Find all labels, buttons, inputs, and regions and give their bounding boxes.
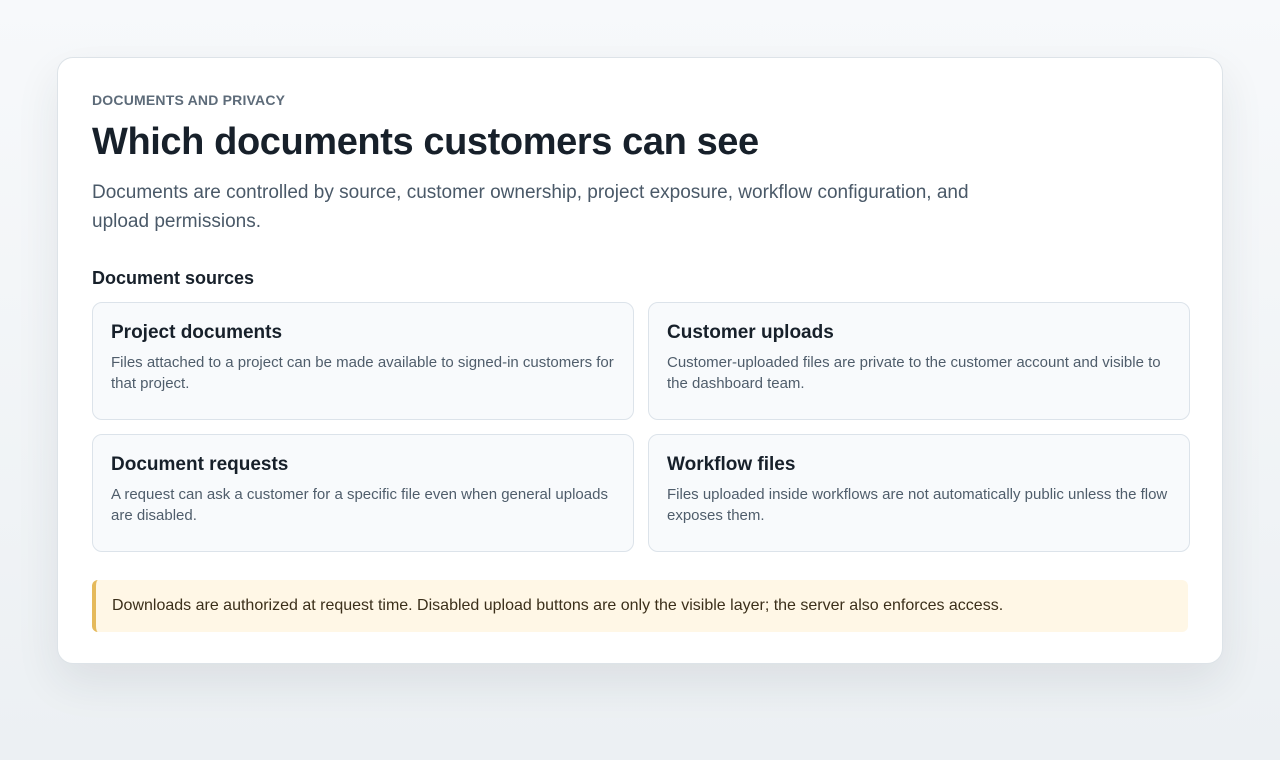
page-title: Which documents customers can see — [92, 121, 759, 163]
source-card-customer-uploads: Customer uploads Customer-uploaded files… — [648, 302, 1190, 420]
source-card-document-requests: Document requests A request can ask a cu… — [92, 434, 634, 552]
source-card-description: Files uploaded inside workflows are not … — [667, 486, 1168, 524]
source-card-project-documents: Project documents Files attached to a pr… — [92, 302, 634, 420]
source-card-title: Project documents — [111, 322, 283, 343]
source-card-title: Customer uploads — [667, 322, 834, 343]
document-sources-heading: Document sources — [92, 268, 255, 288]
access-notice-text: Downloads are authorized at request time… — [112, 597, 1004, 614]
access-notice: Downloads are authorized at request time… — [92, 580, 1188, 632]
document-sources-grid: Project documents Files attached to a pr… — [92, 302, 1190, 552]
source-card-description: A request can ask a customer for a speci… — [111, 486, 608, 524]
source-card-title: Document requests — [111, 454, 289, 475]
section-eyebrow: DOCUMENTS AND PRIVACY — [92, 92, 286, 108]
source-card-title: Workflow files — [667, 454, 796, 475]
source-card-description: Files attached to a project can be made … — [111, 354, 614, 392]
intro-text: Documents are controlled by source, cust… — [92, 182, 969, 232]
source-card-workflow-files: Workflow files Files uploaded inside wor… — [648, 434, 1190, 552]
source-card-description: Customer-uploaded files are private to t… — [667, 354, 1161, 392]
documents-privacy-panel: DOCUMENTS AND PRIVACY Which documents cu… — [57, 57, 1223, 664]
